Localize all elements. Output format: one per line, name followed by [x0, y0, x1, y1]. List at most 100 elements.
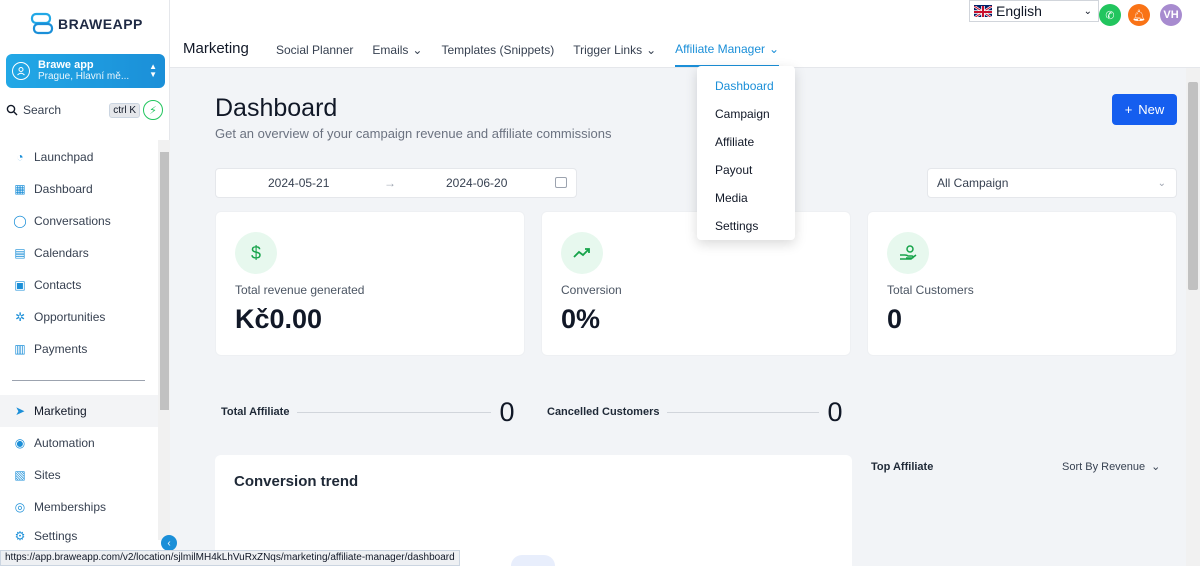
- dropdown-item-settings[interactable]: Settings: [697, 212, 795, 240]
- sidebar-nav-secondary: ➤ Marketing ◉ Automation ▧ Sites ◎ Membershi…: [0, 395, 158, 549]
- card-value: Kč0.00: [235, 304, 323, 334]
- account-switcher[interactable]: Brawe app Prague, Hlavní mě... ▲ ▼: [6, 54, 165, 88]
- location-avatar-icon: [12, 62, 30, 80]
- dropdown-item-media[interactable]: Media: [697, 184, 795, 212]
- tab-templates[interactable]: Templates (Snippets): [441, 42, 554, 67]
- cancelled-customers-stat: Cancelled Customers 0: [547, 396, 843, 427]
- calendar-icon: ▤: [14, 246, 26, 260]
- calendar-icon: [555, 177, 567, 188]
- page-scroll-thumb[interactable]: [1188, 82, 1198, 290]
- tab-affiliate-manager[interactable]: Affiliate Manager ⌄: [675, 42, 780, 67]
- sidebar: BRAWEAPP Brawe app Prague, Hlavní mě... …: [0, 0, 170, 566]
- sidebar-item-settings[interactable]: ⚙ Settings: [0, 523, 158, 549]
- sidebar-item-sites[interactable]: ▧ Sites: [0, 459, 158, 491]
- receipt-icon: ▥: [14, 342, 26, 356]
- card-label: Total revenue generated: [235, 283, 365, 297]
- notification-bell-icon[interactable]: 🔔︎: [1128, 4, 1150, 26]
- page-subtitle: Get an overview of your campaign revenue…: [215, 126, 612, 141]
- card-label: Total Customers: [887, 283, 974, 297]
- date-to: 2024-06-20: [446, 176, 508, 190]
- sidebar-item-opportunities[interactable]: ✲ Opportunities: [0, 301, 158, 333]
- new-button[interactable]: + New: [1112, 94, 1177, 125]
- chevron-down-icon: ⌄: [1151, 461, 1161, 473]
- chevron-down-icon: ⌄: [1083, 5, 1092, 17]
- sidebar-item-automation[interactable]: ◉ Automation: [0, 427, 158, 459]
- search-icon: [6, 104, 18, 116]
- language-label: English: [996, 3, 1042, 19]
- dropdown-item-campaign[interactable]: Campaign: [697, 100, 795, 128]
- automation-icon: ◉: [14, 436, 26, 450]
- page-title: Dashboard: [215, 94, 338, 122]
- loading-spinner-icon: [511, 555, 555, 566]
- chat-icon: ◯: [13, 214, 27, 228]
- top-affiliate-title: Top Affiliate: [871, 461, 934, 473]
- chevron-down-icon: ⌄: [1157, 177, 1166, 189]
- sidebar-item-calendars[interactable]: ▤ Calendars: [0, 237, 158, 269]
- search-label: Search: [23, 103, 62, 117]
- search-shortcut: ctrl K: [109, 102, 140, 118]
- trending-up-icon: [561, 232, 603, 274]
- tab-trigger-links[interactable]: Trigger Links ⌄: [573, 42, 656, 67]
- sidebar-item-memberships[interactable]: ◎ Memberships: [0, 491, 158, 523]
- brand-logo[interactable]: BRAWEAPP: [30, 12, 143, 36]
- date-range-picker[interactable]: 2024-05-21 → 2024-06-20: [215, 168, 577, 198]
- sidebar-item-contacts[interactable]: ▣ Contacts: [0, 269, 158, 301]
- dropdown-item-dashboard[interactable]: Dashboard: [697, 72, 795, 100]
- account-name: Brawe app: [38, 59, 94, 71]
- dropdown-item-affiliate[interactable]: Affiliate: [697, 128, 795, 156]
- date-from: 2024-05-21: [268, 176, 330, 190]
- tab-social-planner[interactable]: Social Planner: [276, 42, 353, 67]
- campaign-select[interactable]: All Campaign ⌄: [927, 168, 1177, 198]
- phone-icon[interactable]: ✆: [1099, 4, 1121, 26]
- marketing-tabs: Social Planner Emails ⌄ Templates (Snippe…: [276, 42, 780, 67]
- card-label: Conversion: [561, 283, 622, 297]
- conversion-card: Conversion 0%: [541, 211, 851, 356]
- brand-name: BRAWEAPP: [58, 16, 143, 32]
- card-value: 0: [887, 304, 903, 334]
- sidebar-scroll-thumb[interactable]: [160, 152, 169, 410]
- arrow-right-icon: →: [384, 176, 396, 190]
- sidebar-item-marketing[interactable]: ➤ Marketing: [0, 395, 158, 427]
- collapse-sidebar-icon[interactable]: ‹: [161, 535, 177, 551]
- chevron-down-icon: ⌄: [646, 43, 657, 57]
- customers-card: Total Customers 0: [867, 211, 1177, 356]
- language-select[interactable]: English ⌄: [969, 0, 1099, 22]
- grid-icon: ▦: [14, 182, 26, 196]
- sidebar-divider: [12, 380, 145, 381]
- sort-select[interactable]: Sort By Revenue ⌄: [1062, 460, 1161, 474]
- rocket-icon: ◔: [16, 150, 24, 164]
- sidebar-item-payments[interactable]: ▥ Payments: [0, 333, 158, 365]
- network-icon: ✲: [14, 310, 26, 324]
- stat-value: 0: [499, 396, 515, 427]
- stat-value: 0: [827, 396, 843, 427]
- logo-mark-icon: [30, 12, 54, 36]
- send-icon: ➤: [14, 404, 26, 418]
- stat-divider: [667, 411, 820, 413]
- tab-emails[interactable]: Emails ⌄: [372, 42, 422, 67]
- updown-chevron-icon: ▲ ▼: [149, 62, 157, 79]
- revenue-card: $ Total revenue generated Kč0.00: [215, 211, 525, 356]
- affiliate-manager-dropdown: Dashboard Campaign Affiliate Payout Medi…: [697, 66, 795, 240]
- section-title: Marketing: [183, 40, 249, 57]
- sidebar-item-conversations[interactable]: ◯ Conversations: [0, 205, 158, 237]
- memberships-icon: ◎: [14, 500, 26, 514]
- gear-icon: ⚙: [14, 529, 26, 543]
- chevron-down-icon: ⌄: [769, 42, 780, 56]
- sites-icon: ▧: [14, 468, 26, 482]
- status-bar-url: https://app.braweapp.com/v2/location/sjl…: [0, 550, 460, 566]
- top-bar: Marketing Social Planner Emails ⌄ Templat…: [170, 0, 1200, 68]
- search-button[interactable]: Search ctrl K: [6, 99, 140, 121]
- contacts-icon: ▣: [14, 278, 26, 292]
- user-avatar[interactable]: VH: [1160, 4, 1182, 26]
- sidebar-item-dashboard[interactable]: ▦ Dashboard: [0, 173, 158, 205]
- total-affiliate-stat: Total Affiliate 0: [221, 396, 515, 427]
- plus-icon: +: [1124, 102, 1133, 117]
- quick-actions-bolt-icon[interactable]: ⚡: [143, 100, 163, 120]
- dropdown-item-payout[interactable]: Payout: [697, 156, 795, 184]
- sidebar-item-launchpad[interactable]: ◔ Launchpad: [0, 141, 158, 173]
- chevron-down-icon: ⌄: [412, 43, 423, 57]
- hand-coins-icon: [887, 232, 929, 274]
- sidebar-nav: ◔ Launchpad ▦ Dashboard ◯ Conversations ▤ Ca…: [0, 141, 158, 365]
- card-value: 0%: [561, 304, 601, 334]
- conversion-trend-title: Conversion trend: [234, 473, 359, 490]
